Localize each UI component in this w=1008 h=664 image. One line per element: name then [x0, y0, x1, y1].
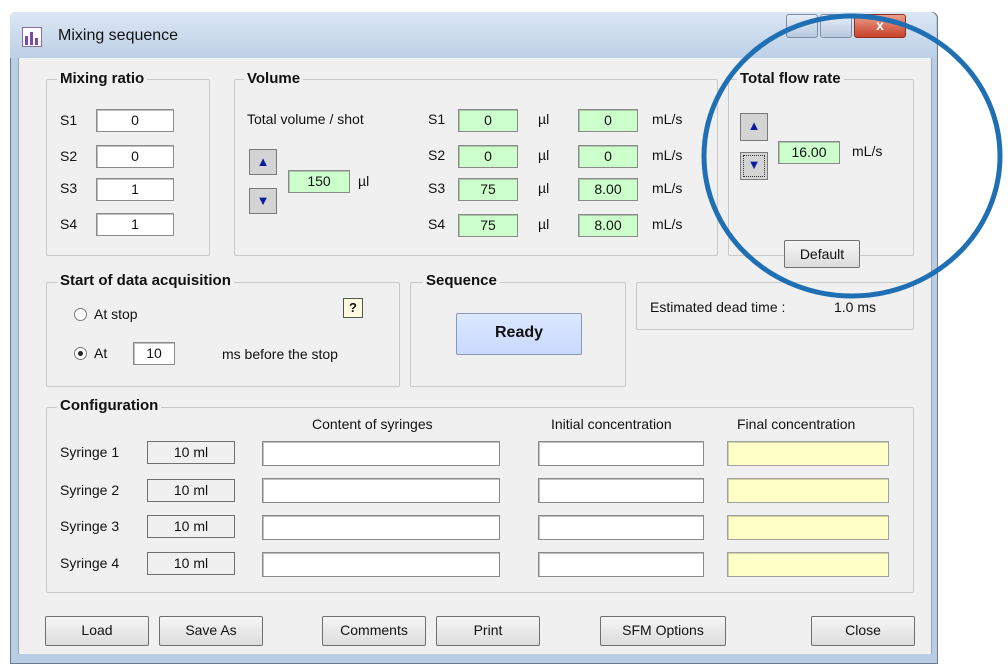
at-time-label: At: [94, 345, 108, 361]
syringe-content-input-3[interactable]: [262, 515, 500, 540]
initial-concentration-input-1[interactable]: [538, 441, 704, 466]
syringe-size-4: 10 ml: [147, 552, 235, 575]
initial-concentration-input-4[interactable]: [538, 552, 704, 577]
final-concentration-field-4: [727, 552, 889, 577]
highlight-circle-annotation: [701, 13, 1003, 299]
syringe-label-3: Syringe 3: [60, 518, 120, 534]
total-volume-unit: µl: [358, 173, 370, 189]
ratio-input-s4[interactable]: 1: [96, 213, 174, 236]
final-concentration-field-2: [727, 478, 889, 503]
close-button[interactable]: Close: [811, 616, 915, 646]
syringe-content-input-1[interactable]: [262, 441, 500, 466]
configuration-title: Configuration: [57, 397, 162, 414]
mixing-ratio-title: Mixing ratio: [57, 70, 148, 87]
comments-button[interactable]: Comments: [322, 616, 426, 646]
final-concentration-field-3: [727, 515, 889, 540]
acquisition-title: Start of data acquisition: [57, 272, 234, 289]
window-title: Mixing sequence: [58, 27, 179, 44]
ratio-input-s3[interactable]: 1: [96, 178, 174, 201]
highlight-ellipse: [701, 13, 1003, 299]
volume-unit-s3: µl: [538, 180, 550, 196]
flow-unit-s2: mL/s: [652, 147, 683, 163]
volume-input-s3[interactable]: 75: [458, 178, 518, 201]
initial-concentration-input-3[interactable]: [538, 515, 704, 540]
volume-unit-s2: µl: [538, 147, 550, 163]
syringe-label-4: Syringe 4: [60, 555, 120, 571]
volume-label-s2: S2: [428, 147, 446, 163]
volume-unit-s1: µl: [538, 111, 550, 127]
ratio-label-s4: S4: [60, 216, 78, 232]
initial-concentration-input-2[interactable]: [538, 478, 704, 503]
flow-input-s2[interactable]: 0: [578, 145, 638, 168]
volume-up-arrow-icon[interactable]: ▲: [249, 149, 277, 175]
load-button[interactable]: Load: [45, 616, 149, 646]
ratio-label-s1: S1: [60, 112, 78, 128]
app-icon: [22, 27, 42, 47]
flow-input-s1[interactable]: 0: [578, 109, 638, 132]
at-time-radio[interactable]: [74, 347, 87, 360]
ready-button[interactable]: Ready: [456, 313, 582, 355]
at-stop-label: At stop: [94, 306, 138, 322]
total-volume-input[interactable]: 150: [288, 170, 350, 193]
syringe-content-input-4[interactable]: [262, 552, 500, 577]
volume-input-s1[interactable]: 0: [458, 109, 518, 132]
volume-label-s3: S3: [428, 180, 446, 196]
volume-down-arrow-icon[interactable]: ▼: [249, 188, 277, 214]
syringe-size-3: 10 ml: [147, 515, 235, 538]
final-concentration-header: Final concentration: [737, 416, 856, 432]
acquisition-ms-input[interactable]: 10: [133, 342, 175, 365]
volume-label-s4: S4: [428, 216, 446, 232]
total-volume-label: Total volume / shot: [247, 111, 364, 127]
flow-unit-s3: mL/s: [652, 180, 683, 196]
help-question-icon[interactable]: ?: [343, 298, 363, 318]
final-concentration-field-1: [727, 441, 889, 466]
save-as-button[interactable]: Save As: [159, 616, 263, 646]
ratio-label-s2: S2: [60, 148, 78, 164]
syringe-content-input-2[interactable]: [262, 478, 500, 503]
print-button[interactable]: Print: [436, 616, 540, 646]
volume-input-s2[interactable]: 0: [458, 145, 518, 168]
syringe-label-1: Syringe 1: [60, 444, 120, 460]
volume-unit-s4: µl: [538, 216, 550, 232]
syringe-size-1: 10 ml: [147, 441, 235, 464]
volume-input-s4[interactable]: 75: [458, 214, 518, 237]
volume-label-s1: S1: [428, 111, 446, 127]
volume-title: Volume: [244, 70, 304, 87]
initial-concentration-header: Initial concentration: [551, 416, 672, 432]
syringe-label-2: Syringe 2: [60, 482, 120, 498]
ratio-label-s3: S3: [60, 180, 78, 196]
at-stop-radio[interactable]: [74, 308, 87, 321]
sfm-options-button[interactable]: SFM Options: [600, 616, 726, 646]
flow-unit-s1: mL/s: [652, 111, 683, 127]
syringe-size-2: 10 ml: [147, 479, 235, 502]
flow-unit-s4: mL/s: [652, 216, 683, 232]
sequence-title: Sequence: [423, 272, 500, 289]
ratio-input-s2[interactable]: 0: [96, 145, 174, 168]
flow-input-s3[interactable]: 8.00: [578, 178, 638, 201]
content-header: Content of syringes: [312, 416, 433, 432]
acquisition-suffix-label: ms before the stop: [222, 346, 338, 362]
flow-input-s4[interactable]: 8.00: [578, 214, 638, 237]
ratio-input-s1[interactable]: 0: [96, 109, 174, 132]
